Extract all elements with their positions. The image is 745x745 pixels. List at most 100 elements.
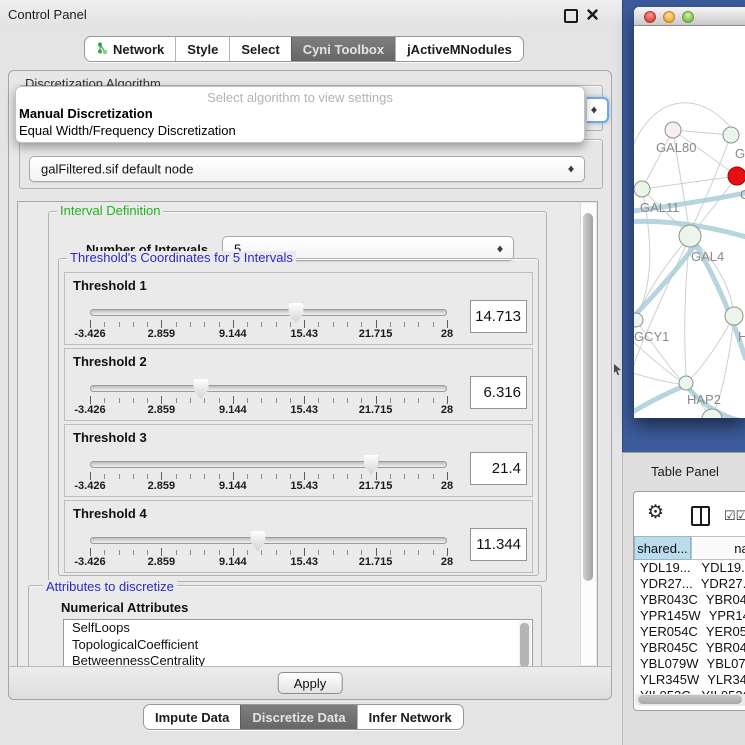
node-label: GAL11	[640, 200, 680, 215]
table-data-combobox[interactable]: galFiltered.sif default node	[29, 156, 585, 182]
panel-scrollbar-thumb[interactable]	[583, 213, 593, 581]
network-node-ga[interactable]	[723, 127, 739, 143]
network-node-gcy1[interactable]	[634, 313, 643, 327]
cell-shared-name: YBL079W	[634, 656, 699, 672]
checkbox-icons[interactable]: ☑☑	[724, 508, 745, 524]
apply-button[interactable]: Apply	[278, 672, 343, 694]
threshold-item-2: Threshold 2-3.4262.8599.14415.4321.71528	[64, 348, 533, 421]
network-edge	[634, 371, 679, 384]
dropdown-option-equal-width-frequency-discretization[interactable]: Equal Width/Frequency Discretization	[19, 123, 236, 138]
threshold-value-field[interactable]	[470, 376, 527, 409]
thresholds-group: Threshold's Coordinates for 5 Intervals …	[58, 258, 539, 576]
gear-icon[interactable]: ⚙	[647, 501, 664, 524]
attribute-item-topologicalcoefficient[interactable]: TopologicalCoefficient	[64, 637, 532, 654]
tab-label: jActiveMNodules	[407, 42, 512, 57]
network-edge	[634, 103, 731, 166]
threshold-title: Threshold 2	[73, 354, 147, 369]
table-row[interactable]: YDR27...YDR27...	[634, 576, 745, 592]
tick-label: 2.859	[148, 328, 176, 340]
tab-infer-network[interactable]: Infer Network	[357, 705, 463, 729]
table-row[interactable]: YBR045CYBR045C	[634, 640, 745, 656]
zoom-traffic-light-icon[interactable]	[682, 11, 694, 23]
cell-shared-name: YER054C	[634, 624, 698, 640]
table-scrollbar-thumb[interactable]	[638, 695, 742, 704]
table-row[interactable]: YBL079WYBL079W	[634, 656, 745, 672]
slider-track[interactable]	[90, 309, 447, 316]
combo-spinner-icon	[568, 163, 575, 176]
table-row[interactable]: YPR145WYPR145W	[634, 608, 745, 624]
table-panel-title: Table Panel	[651, 464, 719, 479]
slider-track[interactable]	[90, 385, 447, 392]
slider-track[interactable]	[90, 461, 447, 468]
network-node-gal11[interactable]	[634, 181, 650, 197]
threshold-title: Threshold 1	[73, 278, 147, 293]
interval-definition-group: Interval Definition Number of Intervals …	[48, 211, 547, 582]
dropdown-option-manual-discretization[interactable]: Manual Discretization	[19, 106, 153, 121]
minimize-traffic-light-icon[interactable]	[663, 11, 675, 23]
network-node-hap2[interactable]	[679, 376, 693, 390]
table-row[interactable]: YER054CYER054C	[634, 624, 745, 640]
cell-name: YBL079W	[699, 656, 745, 672]
network-node-gal4[interactable]	[679, 225, 701, 247]
combo-spinner-icon	[591, 104, 598, 117]
network-node-gal80[interactable]	[665, 122, 681, 138]
panel-title: Control Panel	[8, 7, 87, 22]
tab-select[interactable]: Select	[229, 37, 290, 61]
tick-label: 21.715	[359, 404, 393, 416]
numerical-attributes-list[interactable]: SelfLoopsTopologicalCoefficientBetweenne…	[63, 619, 533, 667]
threshold-value-field[interactable]	[470, 300, 527, 333]
table-rows[interactable]: YDL19...YDL19...YDR27...YDR27...YBR043CY…	[634, 560, 745, 696]
cyni-toolbox-panel: Discretization Algorithm Select algorith…	[8, 70, 612, 700]
tick-label: -3.426	[74, 404, 105, 416]
network-window-titlebar[interactable]	[634, 7, 745, 26]
column-header-na[interactable]: na	[691, 536, 745, 560]
algorithm-combobox-end[interactable]	[587, 97, 609, 123]
node-label: GA	[735, 146, 745, 161]
tick-label: 2.859	[148, 404, 176, 416]
table-row[interactable]: YDL19...YDL19...	[634, 560, 745, 576]
tick-label: 28	[441, 480, 453, 492]
table-data-group: Table Data galFiltered.sif default node	[19, 139, 603, 189]
tab-style[interactable]: Style	[175, 37, 229, 61]
threshold-value-field[interactable]	[470, 528, 527, 561]
network-canvas[interactable]: GAL80GACGAL11GAL4GCY1HHAP2	[634, 26, 745, 418]
threshold-value-field[interactable]	[470, 452, 527, 485]
tick-label: 2.859	[148, 556, 176, 568]
tab-network[interactable]: Network	[85, 37, 175, 61]
close-icon[interactable]	[586, 8, 599, 21]
network-node-c[interactable]	[728, 167, 745, 185]
float-window-icon[interactable]	[564, 9, 578, 23]
list-scrollbar-thumb[interactable]	[520, 623, 529, 667]
tab-cyni-toolbox[interactable]: Cyni Toolbox	[291, 37, 395, 61]
tab-discretize-data[interactable]: Discretize Data	[240, 705, 356, 729]
cell-shared-name: YBR045C	[634, 640, 698, 656]
table-row[interactable]: YLR345WYLR345W	[634, 672, 745, 688]
cell-name: YLR345W	[699, 672, 745, 688]
close-traffic-light-icon[interactable]	[644, 11, 656, 23]
threshold-item-1: Threshold 1-3.4262.8599.14415.4321.71528	[64, 272, 533, 345]
network-icon	[96, 41, 108, 58]
attribute-item-selfloops[interactable]: SelfLoops	[64, 620, 532, 637]
tick-label: -3.426	[74, 556, 105, 568]
threshold-title: Threshold 3	[73, 430, 147, 445]
tab-jactivemnodules[interactable]: jActiveMNodules	[395, 37, 523, 61]
network-thick-edge	[634, 386, 684, 416]
network-node-h[interactable]	[725, 307, 743, 325]
attributes-group: Attributes to discretize Numerical Attri…	[28, 585, 542, 667]
table-row[interactable]: YBR043CYBR043C	[634, 592, 745, 608]
tick-label: 15.43	[290, 480, 318, 492]
cell-shared-name: YLR345W	[634, 672, 699, 688]
columns-icon[interactable]	[691, 506, 710, 526]
network-edge	[673, 130, 731, 135]
column-header-shared[interactable]: shared...	[634, 536, 691, 560]
table-panel-region: Table Panel ⚙ ☑☑ shared...na YDL19...YDL…	[622, 452, 745, 745]
cell-shared-name: YDL19...	[634, 560, 693, 576]
threshold-item-3: Threshold 3-3.4262.8599.14415.4321.71528	[64, 424, 533, 497]
tab-impute-data[interactable]: Impute Data	[144, 705, 240, 729]
panel-scrollbar[interactable]	[580, 203, 596, 665]
algorithm-dropdown-popup: Select algorithm to view settings Manual…	[15, 86, 585, 143]
slider-track[interactable]	[90, 537, 447, 544]
list-scrollbar[interactable]	[519, 621, 531, 667]
attribute-item-betweennesscentrality[interactable]: BetweennessCentrality	[64, 653, 532, 667]
table-horizontal-scrollbar[interactable]	[635, 694, 745, 706]
